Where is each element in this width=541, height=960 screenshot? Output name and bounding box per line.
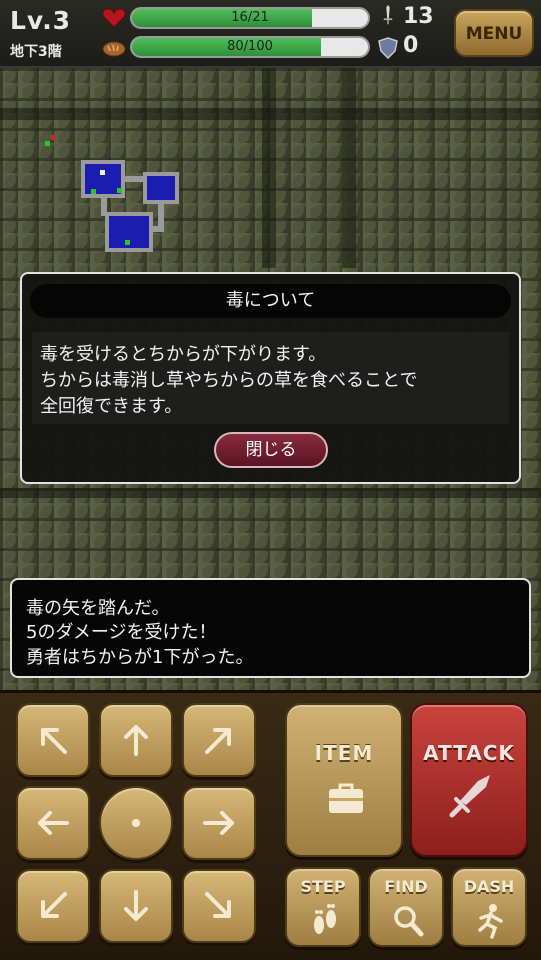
- menu-button[interactable]: MENU: [454, 9, 534, 57]
- step-button[interactable]: STEP: [285, 867, 361, 947]
- minimap-room: [105, 212, 153, 252]
- defense-value: 0: [403, 33, 419, 58]
- dialog-title: 毒について: [30, 284, 511, 318]
- attack-value: 13: [403, 4, 434, 29]
- food-text: 80/100: [227, 39, 273, 54]
- arrow-up-left-icon: [41, 728, 67, 754]
- sword-icon: [383, 4, 393, 25]
- find-button[interactable]: FIND: [368, 867, 444, 947]
- bread-icon: [102, 41, 126, 57]
- level-label: Lv.3: [10, 6, 72, 35]
- minimap-corridor: [123, 176, 145, 182]
- player-marker: [100, 170, 105, 175]
- item-marker: [91, 189, 96, 194]
- dpad-up-right-button[interactable]: [182, 703, 256, 777]
- bag-icon: [329, 783, 363, 813]
- attack-button[interactable]: ATTACK: [410, 703, 528, 857]
- minimap-room: [143, 172, 179, 204]
- step-label: STEP: [300, 877, 346, 896]
- item-marker: [45, 141, 50, 146]
- dpad-down-left-button[interactable]: [16, 869, 90, 943]
- status-bar: Lv.3 地下3階 16/21 80/100 13 0 MENU: [0, 0, 541, 68]
- game-screen: Lv.3 地下3階 16/21 80/100 13 0 MENU 毒について 毒…: [0, 0, 541, 960]
- shield-icon: [378, 37, 398, 59]
- attack-label: ATTACK: [423, 741, 515, 765]
- floor-label: 地下3階: [10, 44, 62, 60]
- heart-icon: [102, 8, 126, 28]
- dpad-up-left-button[interactable]: [16, 703, 90, 777]
- wait-dot-icon: [132, 819, 140, 827]
- item-marker: [117, 188, 122, 193]
- dpad-left-button[interactable]: [16, 786, 90, 860]
- dash-label: DASH: [463, 877, 515, 896]
- log-line: 勇者はちからが1下がった。: [26, 647, 254, 668]
- item-marker: [125, 240, 130, 245]
- message-log: 毒の矢を踏んだ。 5のダメージを受けた！ 勇者はちからが1下がった。: [10, 578, 531, 678]
- dpad-right-button[interactable]: [182, 786, 256, 860]
- log-line: 毒の矢を踏んだ。: [26, 598, 170, 619]
- arrow-up-right-icon: [205, 728, 231, 754]
- footprints-icon: [314, 904, 336, 934]
- info-dialog: 毒について 毒を受けるとちからが下がります。 ちからは毒消し草やちからの草を食べ…: [20, 272, 521, 484]
- hp-text: 16/21: [231, 10, 269, 25]
- running-man-icon: [478, 904, 503, 939]
- dialog-body: 毒を受けるとちからが下がります。 ちからは毒消し草やちからの草を食べることで 全…: [32, 332, 509, 424]
- arrow-down-right-icon: [205, 892, 231, 918]
- item-button[interactable]: ITEM: [285, 703, 403, 857]
- dpad-down-right-button[interactable]: [182, 869, 256, 943]
- hp-bar: 16/21: [130, 7, 370, 29]
- item-label: ITEM: [314, 741, 374, 765]
- dpad-wait-button[interactable]: [99, 786, 173, 860]
- dialog-line: 毒を受けるとちからが下がります。: [40, 344, 327, 365]
- food-bar: 80/100: [130, 36, 370, 58]
- log-line: 5のダメージを受けた！: [26, 622, 217, 643]
- dialog-line: ちからは毒消し草やちからの草を食べることで: [40, 370, 418, 391]
- dpad-down-button[interactable]: [99, 869, 173, 943]
- minimap-corridor: [151, 226, 164, 232]
- arrow-left-icon: [38, 811, 69, 835]
- magnifier-icon: [394, 906, 424, 937]
- sword-attack-icon: [449, 775, 490, 818]
- arrow-down-left-icon: [41, 892, 67, 918]
- arrow-right-icon: [203, 811, 234, 835]
- dpad-up-button[interactable]: [99, 703, 173, 777]
- wall-band: [0, 488, 541, 498]
- close-button[interactable]: 閉じる: [214, 432, 328, 468]
- dash-button[interactable]: DASH: [451, 867, 527, 947]
- wall-band: [342, 68, 356, 268]
- enemy-marker: [51, 135, 56, 140]
- dialog-line: 全回復できます。: [40, 396, 183, 417]
- arrow-down-icon: [124, 890, 148, 921]
- wall-band: [262, 68, 276, 268]
- arrow-up-icon: [124, 725, 148, 756]
- find-label: FIND: [384, 877, 428, 896]
